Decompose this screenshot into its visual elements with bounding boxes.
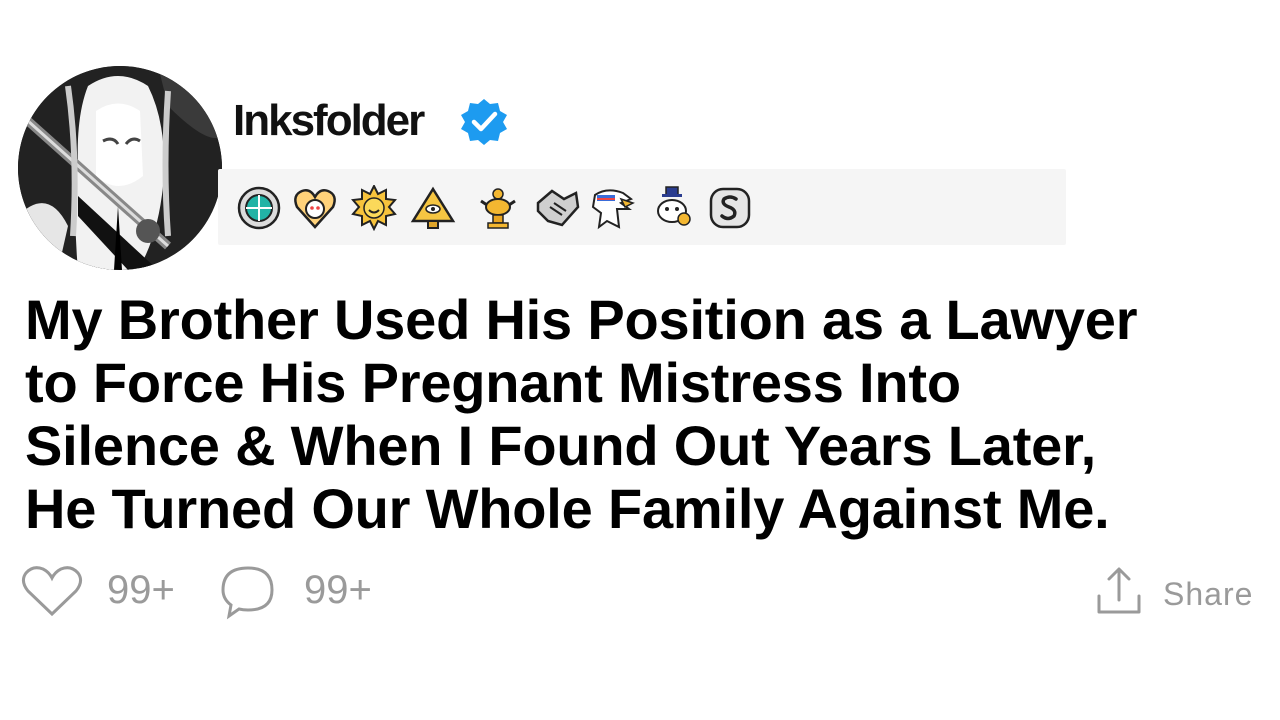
title-line: Silence & When I Found Out Years Later, bbox=[25, 414, 1096, 477]
verified-badge-icon bbox=[461, 99, 507, 145]
username[interactable]: Inksfolder bbox=[233, 96, 425, 146]
gold-trophy-award-icon[interactable] bbox=[475, 185, 521, 231]
snoo-award-icon[interactable] bbox=[650, 185, 696, 231]
title-line: to Force His Pregnant Mistress Into bbox=[25, 351, 961, 414]
avatar-image bbox=[18, 66, 222, 270]
wholesome-heart-award-icon[interactable] bbox=[292, 185, 338, 231]
title-line: He Turned Our Whole Family Against Me. bbox=[25, 477, 1110, 540]
like-count: 99+ bbox=[107, 568, 175, 612]
pyramid-eye-award-icon[interactable] bbox=[410, 185, 456, 231]
heart-icon[interactable] bbox=[21, 565, 83, 617]
handshake-award-icon[interactable] bbox=[534, 185, 580, 231]
sun-award-icon[interactable] bbox=[351, 185, 397, 231]
title-line: My Brother Used His Position as a Lawyer bbox=[25, 288, 1138, 351]
silver-award-icon[interactable] bbox=[707, 185, 753, 231]
globe-award-icon[interactable] bbox=[236, 185, 282, 231]
comment-count: 99+ bbox=[304, 568, 372, 612]
award-bar bbox=[218, 169, 1066, 245]
share-icon[interactable] bbox=[1095, 566, 1143, 616]
eagle-award-icon[interactable] bbox=[589, 185, 635, 231]
post-title: My Brother Used His Position as a Lawyer… bbox=[25, 288, 1275, 540]
avatar[interactable] bbox=[18, 66, 222, 270]
comment-icon[interactable] bbox=[219, 564, 277, 620]
share-button[interactable]: Share bbox=[1163, 574, 1253, 614]
